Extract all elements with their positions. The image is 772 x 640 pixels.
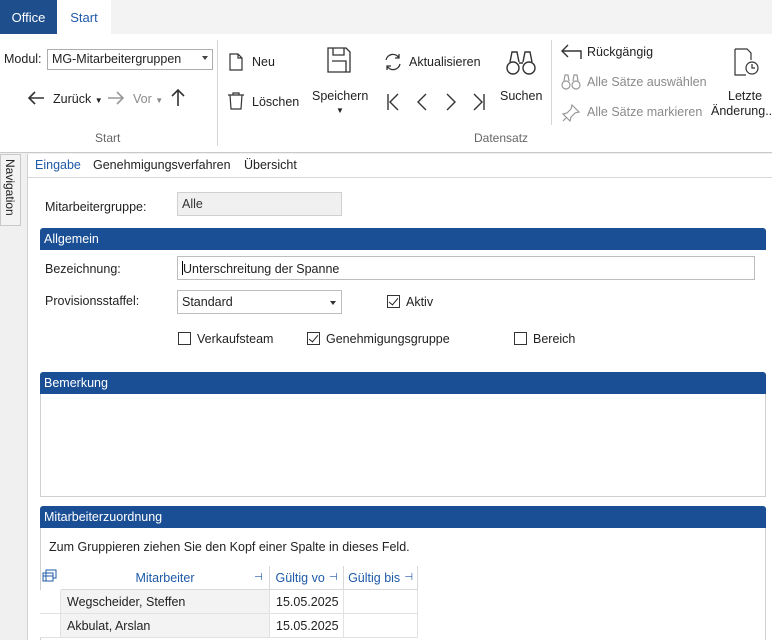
chevron-down-icon	[330, 301, 336, 305]
arrow-up-icon[interactable]	[170, 88, 186, 111]
bereich-checkbox[interactable]	[514, 332, 527, 345]
table-row-cell-gueltig-bis[interactable]	[344, 590, 418, 614]
bezeichnung-label: Bezeichnung:	[45, 262, 121, 276]
pin-icon[interactable]	[561, 103, 581, 125]
select-all-records-button[interactable]: Alle Sätze auswählen	[587, 75, 707, 89]
pin-icon[interactable]: ⊣	[404, 572, 413, 583]
genehmigungsgruppe-checkbox[interactable]	[307, 332, 320, 345]
dropdown-icon: ▼	[94, 96, 103, 105]
group-by-hint: Zum Gruppieren ziehen Sie den Kopf einer…	[49, 540, 410, 554]
document-clock-icon[interactable]	[734, 48, 760, 79]
verkaufsteam-checkbox[interactable]	[178, 332, 191, 345]
previous-record-icon[interactable]	[416, 93, 428, 114]
aktiv-checkbox[interactable]	[387, 295, 400, 308]
bemerkung-textarea[interactable]	[40, 394, 766, 497]
search-button[interactable]: Suchen	[500, 89, 542, 103]
bezeichnung-value: Unterschreitung der Spanne	[183, 262, 340, 276]
verkaufsteam-label: Verkaufsteam	[197, 332, 274, 346]
save-button[interactable]: Speichern	[312, 89, 368, 103]
dropdown-icon: ▼	[155, 96, 164, 105]
genehmigungsgruppe-label: Genehmigungsgruppe	[326, 332, 450, 346]
first-record-icon[interactable]	[386, 93, 400, 114]
subtab-divider	[28, 177, 772, 178]
tab-genehmigungsverfahren[interactable]: Genehmigungsverfahren	[93, 158, 231, 172]
column-header-gueltig-von-label: Gültig vo	[275, 570, 325, 585]
refresh-icon[interactable]	[383, 52, 403, 75]
undo-icon[interactable]	[561, 44, 583, 63]
table-row-cell-mitarbeiter[interactable]: Wegscheider, Steffen	[61, 590, 270, 614]
mitarbeitergruppe-field: Alle	[177, 192, 342, 216]
table-row-cell-gueltig-bis[interactable]	[344, 614, 418, 638]
column-header-gueltig-bis[interactable]: Gültig bis ⊣	[344, 566, 418, 590]
allgemein-header: Allgemein	[40, 228, 766, 250]
table-row-cell-mitarbeiter[interactable]: Akbulat, Arslan	[61, 614, 270, 638]
pin-icon[interactable]: ⊣	[254, 572, 263, 583]
back-button[interactable]: Zurück ▼	[53, 92, 103, 106]
row-indicator[interactable]	[40, 590, 61, 614]
back-label: Zurück	[53, 92, 92, 106]
start-group-label: Start	[95, 131, 121, 145]
arrow-left-icon[interactable]	[26, 90, 46, 109]
forward-button[interactable]: Vor ▼	[133, 92, 163, 106]
navigation-label: Navigation	[3, 159, 17, 216]
binoculars-icon[interactable]	[505, 49, 537, 80]
provisionsstaffel-label: Provisionsstaffel:	[45, 294, 140, 308]
forward-label: Vor	[133, 92, 152, 106]
provisionsstaffel-select[interactable]: Standard	[177, 290, 342, 314]
chevron-down-icon	[202, 56, 208, 60]
arrow-right-icon[interactable]	[106, 90, 126, 109]
column-chooser-icon[interactable]	[42, 569, 57, 585]
last-record-icon[interactable]	[472, 93, 486, 114]
last-change-line2[interactable]: Änderung...	[711, 104, 772, 118]
column-header-mitarbeiter[interactable]: Mitarbeiter	[61, 566, 270, 590]
dropdown-icon[interactable]: ▼	[336, 106, 344, 115]
bemerkung-header: Bemerkung	[40, 372, 766, 394]
tab-start[interactable]: Start	[57, 0, 111, 34]
provisionsstaffel-value: Standard	[182, 295, 233, 309]
new-button[interactable]: Neu	[252, 55, 275, 69]
column-header-gueltig-von[interactable]: Gültig vo ⊣	[270, 566, 344, 590]
ribbon-tab-bar: Office Start	[0, 0, 772, 34]
tab-eingabe[interactable]: Eingabe	[35, 158, 81, 172]
ribbon: Modul: MG-Mitarbeitergruppen Zurück ▼ Vo…	[0, 34, 772, 153]
last-change-line1[interactable]: Letzte	[728, 89, 762, 103]
modul-select[interactable]: MG-Mitarbeitergruppen	[47, 49, 213, 70]
modul-label: Modul:	[4, 52, 42, 66]
modul-select-value: MG-Mitarbeitergruppen	[52, 52, 182, 66]
datensatz-group-label: Datensatz	[474, 131, 529, 145]
delete-button[interactable]: Löschen	[252, 95, 299, 109]
column-header-gueltig-bis-label: Gültig bis	[348, 570, 401, 585]
mitarbeitergruppe-label: Mitarbeitergruppe:	[45, 200, 147, 214]
bereich-label: Bereich	[533, 332, 576, 346]
aktiv-label: Aktiv	[406, 295, 434, 309]
mitarbeiterzuordnung-header: Mitarbeiterzuordnung	[40, 506, 766, 528]
table-row-cell-gueltig-von[interactable]: 15.05.2025	[270, 590, 344, 614]
ribbon-separator	[551, 40, 552, 125]
navigation-side-tab[interactable]: Navigation	[0, 154, 21, 226]
refresh-button[interactable]: Aktualisieren	[409, 55, 481, 69]
column-header-mitarbeiter-label: Mitarbeiter	[135, 570, 195, 585]
undo-button[interactable]: Rückgängig	[587, 45, 653, 59]
bezeichnung-input[interactable]: Unterschreitung der Spanne	[177, 256, 755, 280]
next-record-icon[interactable]	[445, 93, 457, 114]
tab-office[interactable]: Office	[0, 0, 57, 34]
row-indicator[interactable]	[40, 614, 61, 638]
trash-icon[interactable]	[227, 92, 245, 113]
tab-uebersicht[interactable]: Übersicht	[244, 158, 297, 172]
mark-all-records-button[interactable]: Alle Sätze markieren	[587, 105, 702, 119]
select-all-binoculars-icon[interactable]	[561, 74, 581, 93]
new-document-icon[interactable]	[229, 53, 243, 74]
table-row-cell-gueltig-von[interactable]: 15.05.2025	[270, 614, 344, 638]
main-panel: Eingabe Genehmigungsverfahren Übersicht …	[27, 154, 772, 640]
pin-icon[interactable]: ⊣	[329, 572, 338, 583]
ribbon-separator	[217, 40, 218, 146]
save-icon[interactable]	[327, 47, 351, 76]
